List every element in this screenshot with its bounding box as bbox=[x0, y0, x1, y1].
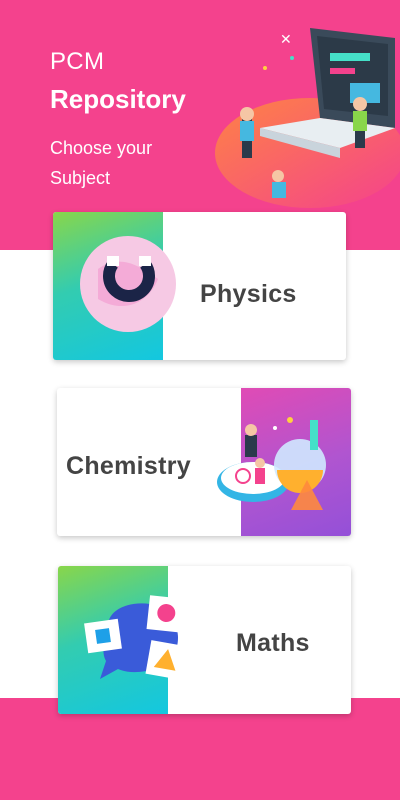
magnet-icon bbox=[80, 236, 176, 332]
laptop-people-illustration-icon: ✕ bbox=[215, 28, 400, 208]
subject-card-maths[interactable]: Maths bbox=[58, 566, 351, 714]
header: PCM Repository Choose your Subject bbox=[50, 48, 200, 193]
lab-flask-illustration-icon bbox=[217, 417, 326, 510]
subject-card-chemistry[interactable]: Chemistry bbox=[57, 388, 351, 536]
subject-label: Physics bbox=[200, 280, 297, 308]
app-title: Repository bbox=[50, 84, 186, 114]
subtitle: Choose your Subject bbox=[50, 138, 153, 188]
app-title-prefix: PCM bbox=[50, 48, 105, 75]
shapes-chat-icon bbox=[84, 595, 187, 680]
subject-label: Maths bbox=[236, 629, 310, 657]
subject-card-physics[interactable]: Physics bbox=[53, 212, 346, 360]
subject-label: Chemistry bbox=[66, 452, 191, 480]
svg-text:✕: ✕ bbox=[280, 32, 292, 48]
